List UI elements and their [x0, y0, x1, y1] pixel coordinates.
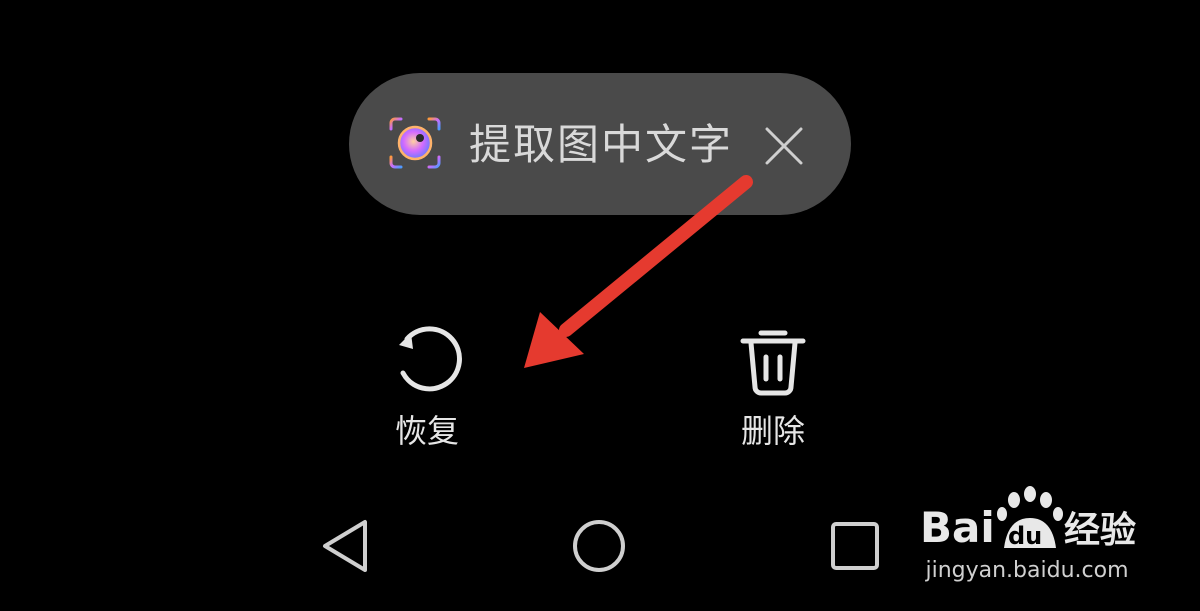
restore-label: 恢复 [394, 412, 459, 450]
extract-text-label: 提取图中文字 [469, 120, 734, 169]
home-circle-icon[interactable] [569, 516, 629, 576]
watermark-url: jingyan.baidu.com [925, 558, 1129, 583]
delete-button[interactable]: 删除 [703, 323, 843, 463]
baidu-watermark: Bai du 经验 jingyan.baidu.com [912, 478, 1152, 588]
baidu-logo-icon: Bai du 经验 [920, 486, 1136, 552]
scan-eye-icon [389, 117, 441, 169]
restore-button[interactable]: 恢复 [357, 323, 497, 463]
screen: 提取图中文字 恢复 删除 Bai du 经验 jingyan.baidu.com [0, 0, 1200, 611]
svg-text:du: du [1008, 522, 1042, 550]
svg-text:Bai: Bai [920, 503, 995, 552]
recents-square-icon[interactable] [825, 516, 885, 576]
delete-label: 删除 [740, 412, 805, 450]
back-triangle-icon[interactable] [315, 516, 375, 576]
svg-text:经验: 经验 [1064, 510, 1136, 551]
extract-text-pill[interactable]: 提取图中文字 [349, 73, 851, 215]
trash-icon [740, 330, 806, 396]
restore-icon [399, 326, 462, 392]
close-icon[interactable] [759, 121, 809, 171]
